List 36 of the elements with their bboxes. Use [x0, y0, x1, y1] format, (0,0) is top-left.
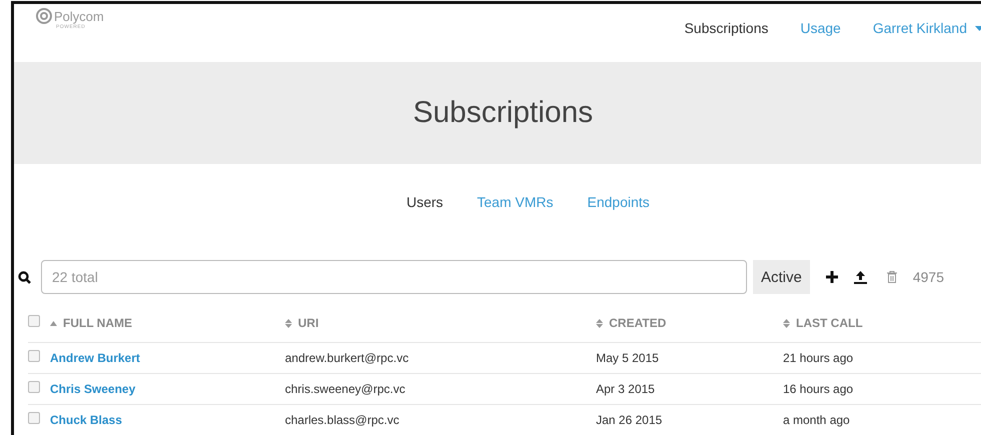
select-all-checkbox[interactable] — [28, 315, 40, 327]
logo-name: Polycom — [54, 8, 104, 24]
search-field[interactable]: 22 total — [41, 260, 747, 294]
user-count: 4975 — [912, 269, 944, 285]
user-name-link[interactable]: Chris Sweeney — [50, 382, 136, 396]
table-cell: a month ago — [783, 413, 850, 427]
table-cell: May 5 2015 — [596, 351, 659, 365]
user-name-link[interactable]: Chuck Blass — [50, 413, 122, 427]
table-cell: Jan 26 2015 — [596, 413, 662, 427]
tab[interactable]: Endpoints — [587, 194, 650, 212]
delete-button[interactable] — [886, 271, 897, 283]
add-button[interactable] — [826, 271, 838, 283]
column-header[interactable]: LAST CALL — [783, 316, 863, 330]
row-checkbox[interactable] — [28, 412, 40, 424]
table-cell: charles.blass@rpc.vc — [285, 413, 400, 427]
filter-button[interactable]: Active — [753, 260, 810, 294]
user-name-link[interactable]: Andrew Burkert — [50, 351, 140, 365]
page-title: Subscriptions — [412, 96, 594, 130]
row-checkbox[interactable] — [28, 381, 40, 393]
table-cell: Apr 3 2015 — [596, 382, 655, 396]
table-cell: 21 hours ago — [783, 351, 854, 365]
column-header[interactable]: CREATED — [596, 316, 666, 330]
table-cell: andrew.burkert@rpc.vc — [285, 351, 409, 365]
tab[interactable]: Users — [406, 194, 444, 212]
search-icon — [18, 270, 31, 284]
upload-button[interactable] — [854, 270, 867, 284]
logo-icon — [36, 8, 52, 24]
row-checkbox[interactable] — [28, 350, 40, 362]
nav-link[interactable]: Subscriptions — [684, 20, 768, 36]
tab[interactable]: Team VMRs — [477, 194, 554, 212]
table-cell: 16 hours ago — [783, 382, 854, 396]
table-cell: chris.sweeney@rpc.vc — [285, 382, 406, 396]
nav-link[interactable]: Usage — [800, 20, 841, 36]
column-header[interactable]: URI — [285, 316, 319, 330]
nav-link[interactable]: Garret Kirkland — [872, 20, 981, 36]
column-header[interactable]: FULL NAME — [50, 316, 132, 330]
